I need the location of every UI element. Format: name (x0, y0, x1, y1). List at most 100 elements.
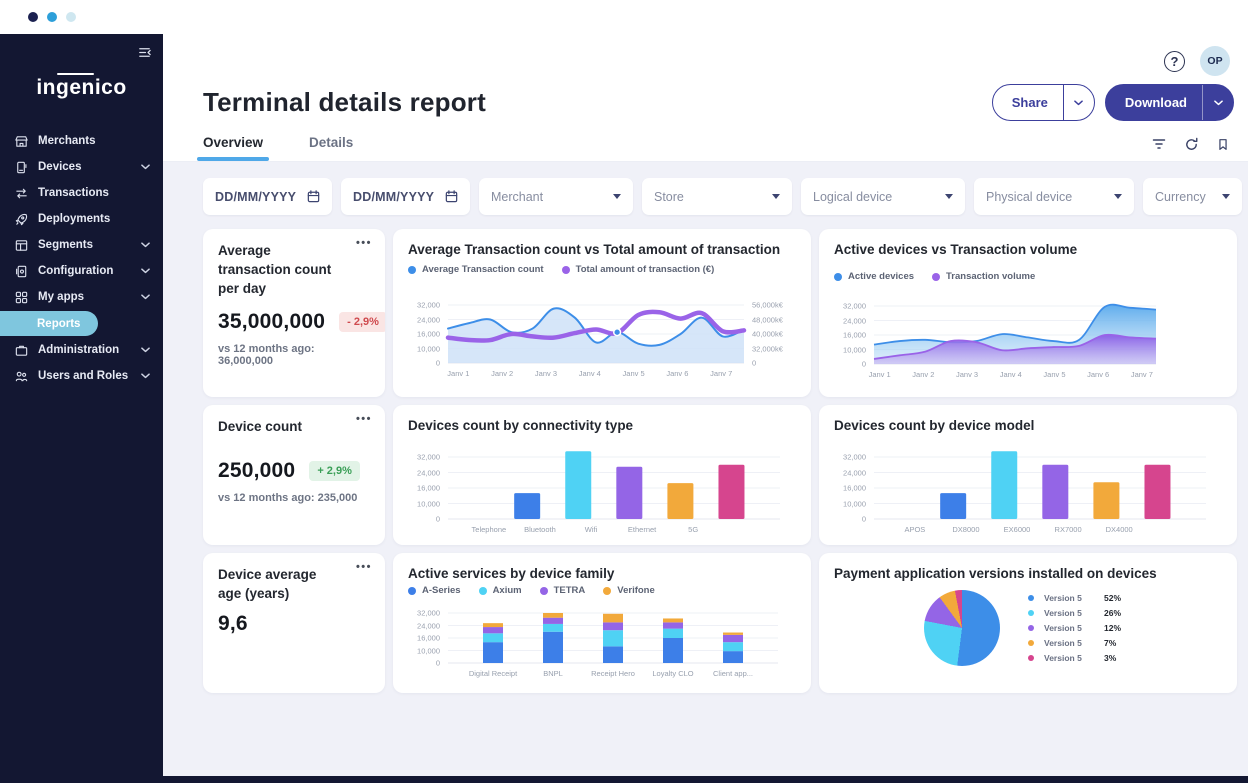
filter-physical-device[interactable]: Physical device (974, 178, 1134, 215)
chevron-down-icon (141, 242, 150, 248)
download-button[interactable]: Download (1105, 84, 1234, 121)
page-title: Terminal details report (203, 87, 486, 118)
tab-overview[interactable]: Overview (203, 135, 263, 161)
apps-grid-icon (14, 290, 29, 305)
chart-card-active-devices-vs-volume: Active devices vs Transaction volume Act… (819, 229, 1237, 397)
filter-value: Currency (1155, 190, 1206, 204)
kpi-title: Device average age (years) (218, 566, 340, 604)
window-titlebar (0, 0, 1248, 34)
legend-dot-icon (1028, 625, 1034, 631)
chevron-down-icon (141, 294, 150, 300)
sidebar-item-transactions[interactable]: Transactions (0, 180, 163, 206)
legend-dot-icon (479, 587, 487, 595)
device-config-icon (14, 264, 29, 279)
share-button-label: Share (993, 85, 1063, 120)
more-menu-icon[interactable]: ••• (356, 561, 372, 573)
sidebar-nav: Merchants Devices Transactions Deployments S… (0, 128, 163, 389)
more-menu-icon[interactable]: ••• (356, 413, 372, 425)
chevron-down-icon (141, 373, 150, 379)
chart-title: Active devices vs Transaction volume (834, 242, 1222, 257)
pie-legend-label: Version 5 (1044, 593, 1098, 603)
chevron-down-icon[interactable] (1063, 85, 1094, 120)
chevron-down-icon (1222, 194, 1230, 199)
more-menu-icon[interactable]: ••• (356, 237, 372, 249)
filter-value: DD/MM/YYYY (353, 190, 434, 204)
sidebar-item-reports[interactable]: Reports (0, 311, 98, 336)
tabs: Overview Details (203, 135, 353, 161)
collapse-sidebar-icon[interactable] (137, 45, 152, 65)
pie-legend-label: Version 5 (1044, 608, 1098, 618)
legend-dot-icon (603, 587, 611, 595)
sidebar-item-label: My apps (38, 291, 84, 303)
filter-currency[interactable]: Currency (1143, 178, 1242, 215)
sidebar-item-deployments[interactable]: Deployments (0, 206, 163, 232)
sidebar-item-label: Devices (38, 161, 81, 173)
chevron-down-icon (772, 194, 780, 199)
kpi-card-device-average-age: Device average age (years) ••• 9,6 (203, 553, 385, 693)
app-window: ingenico Merchants Devices Transactions Dep… (0, 34, 1248, 776)
pie-chart (924, 590, 1000, 666)
share-button[interactable]: Share (992, 84, 1095, 121)
chevron-down-icon (945, 194, 953, 199)
pie-legend-label: Version 5 (1044, 653, 1098, 663)
window-dot-icon (28, 12, 38, 22)
chart-title: Active services by device family (408, 566, 796, 581)
line-chart-canvas: 32,00056,000k€24,00048,000k€16,00040,000… (408, 289, 796, 379)
main-area: ? OP Terminal details report Share Downl… (163, 34, 1248, 776)
filter-logical-device[interactable]: Logical device (801, 178, 965, 215)
pie-legend-label: Version 5 (1044, 623, 1098, 633)
ingenico-logo: ingenico (0, 76, 163, 100)
window-dot-icon (47, 12, 57, 22)
calendar-icon (444, 189, 459, 204)
storefront-icon (14, 134, 29, 149)
sidebar-item-merchants[interactable]: Merchants (0, 128, 163, 154)
chart-card-active-services: Active services by device family A-Serie… (393, 553, 811, 693)
chart-card-tx-count-vs-amount: Average Transaction count vs Total amoun… (393, 229, 811, 397)
sidebar-item-devices[interactable]: Devices (0, 154, 163, 180)
legend-dot-icon (540, 587, 548, 595)
bookmark-icon[interactable] (1216, 137, 1230, 152)
sidebar-item-configuration[interactable]: Configuration (0, 258, 163, 284)
filter-icon[interactable] (1151, 136, 1167, 152)
legend-dot-icon (408, 266, 416, 274)
refresh-icon[interactable] (1184, 137, 1199, 152)
legend-item: Verifone (603, 585, 655, 596)
sidebar-item-users-and-roles[interactable]: Users and Roles (0, 363, 163, 389)
chevron-down-icon (613, 194, 621, 199)
date-filter-input[interactable]: DD/MM/YYYY (341, 178, 470, 215)
sidebar-item-label: Deployments (38, 213, 110, 225)
help-icon[interactable]: ? (1164, 51, 1185, 72)
header-row: Terminal details report Share Download (163, 76, 1248, 121)
sidebar-item-administration[interactable]: Administration (0, 337, 163, 363)
chart-legend: A-SeriesAxiumTETRAVerifone (408, 585, 796, 596)
briefcase-icon (14, 343, 29, 358)
filter-merchant[interactable]: Merchant (479, 178, 633, 215)
sidebar-item-my-apps[interactable]: My apps (0, 284, 163, 310)
pie-legend-value: 12% (1104, 623, 1132, 633)
pie-legend: Version 552%Version 526%Version 512%Vers… (1028, 593, 1132, 663)
chevron-down-icon (141, 347, 150, 353)
tabs-row: Overview Details (163, 121, 1248, 162)
filter-bar: DD/MM/YYYY DD/MM/YYYY Merchant Store Logical… (203, 178, 1237, 215)
date-filter-input[interactable]: DD/MM/YYYY (203, 178, 332, 215)
legend-dot-icon (1028, 610, 1034, 616)
legend-item: Total amount of transaction (€) (562, 264, 715, 275)
avatar[interactable]: OP (1200, 46, 1230, 76)
kpi-delta-badge: + 2,9% (309, 461, 360, 481)
kpi-compare-text: vs 12 months ago: 235,000 (218, 492, 370, 504)
legend-item: TETRA (540, 585, 586, 596)
filter-value: Store (654, 190, 684, 204)
sidebar-item-segments[interactable]: Segments (0, 232, 163, 258)
calendar-icon (306, 189, 321, 204)
kpi-value: 35,000,000 (218, 310, 325, 334)
filter-store[interactable]: Store (642, 178, 792, 215)
legend-dot-icon (408, 587, 416, 595)
chart-title: Payment application versions installed o… (834, 566, 1222, 581)
legend-dot-icon (1028, 640, 1034, 646)
pie-legend-value: 52% (1104, 593, 1132, 603)
tab-details[interactable]: Details (309, 135, 353, 161)
chevron-down-icon[interactable] (1202, 85, 1233, 120)
users-icon (14, 369, 29, 384)
rocket-icon (14, 212, 29, 227)
table-icon (14, 238, 29, 253)
